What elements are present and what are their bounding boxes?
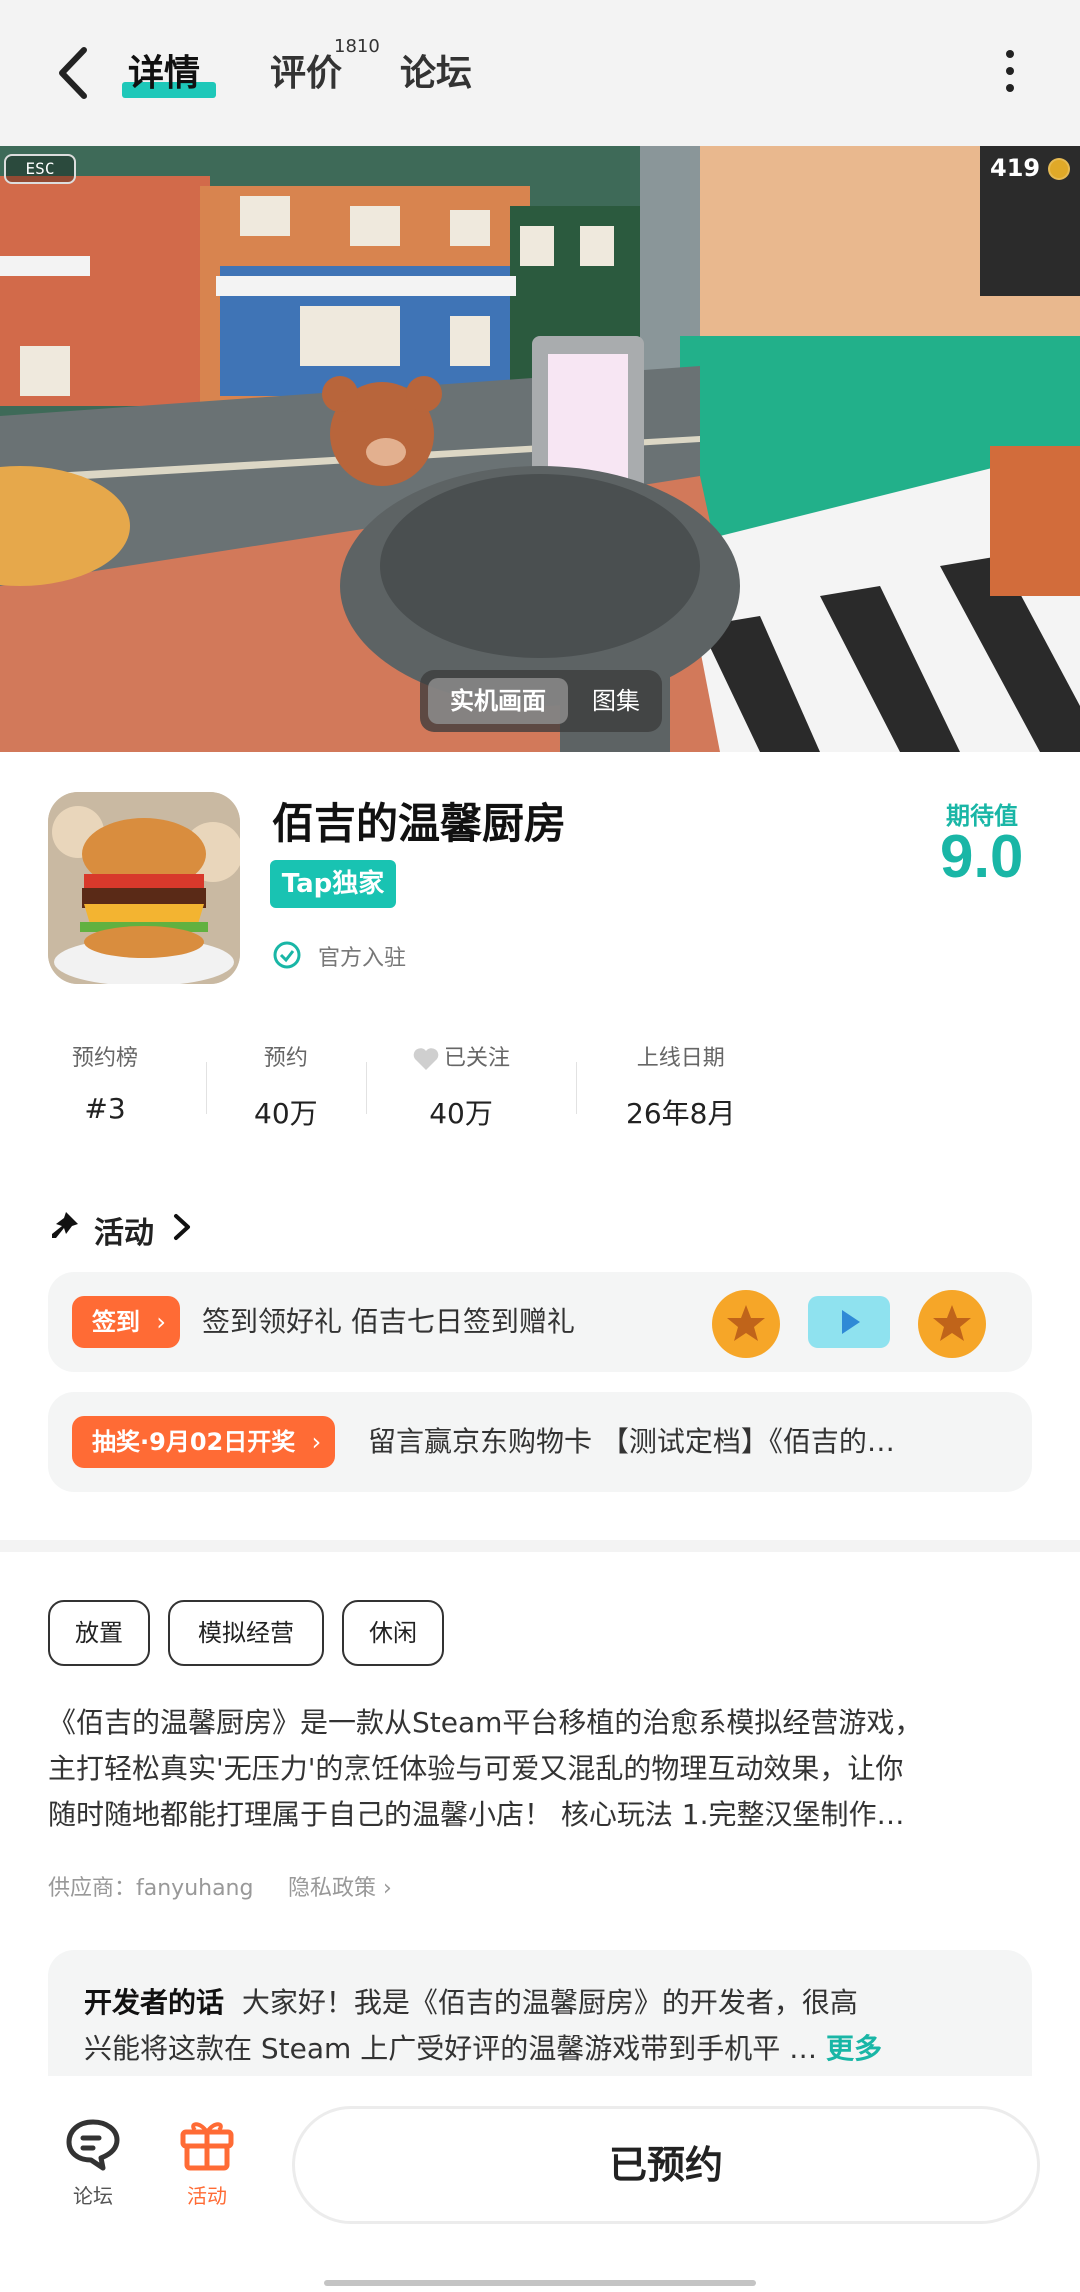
media-toggle: 实机画面 图集	[420, 670, 662, 732]
nav-forum-label: 论坛	[73, 2184, 113, 2208]
stat-label: 预约	[263, 1046, 308, 1071]
nav-forum[interactable]: 论坛	[48, 2116, 138, 2209]
game-video-player[interactable]: ESC 419 实机画面 图集	[0, 146, 1080, 752]
stat-value: 40万	[429, 1097, 493, 1130]
more-link[interactable]: 更多	[826, 2032, 882, 2065]
privacy-policy-label: 隐私政策	[288, 1876, 377, 1901]
developer-note-card[interactable]: 开发者的话 大家好！我是《佰吉的温馨厨房》的开发者，很高 兴能将这款在 Stea…	[48, 1950, 1032, 2080]
tab-details[interactable]: 详情	[128, 44, 200, 96]
expectation-score: 9.0	[940, 823, 1024, 890]
stat-divider	[576, 1062, 577, 1114]
tag-casual[interactable]: 休闲	[342, 1600, 444, 1666]
developer-note-text: 开发者的话 大家好！我是《佰吉的温馨厨房》的开发者，很高 兴能将这款在 Stea…	[84, 1980, 1004, 2072]
official-verified-label: 官方入驻	[318, 946, 407, 971]
gameplay-scene	[0, 146, 1080, 752]
checkin-text: 签到领好礼 佰吉七日签到赠礼	[202, 1305, 575, 1338]
section-divider	[0, 1540, 1080, 1552]
star-reward-icon	[918, 1290, 986, 1358]
developer-note-label: 开发者的话	[84, 1986, 225, 2019]
stat-release-date: 上线日期 26年8月	[626, 1040, 735, 1132]
stat-label: 已关注	[444, 1046, 511, 1071]
activity-title: 活动	[94, 1216, 154, 1251]
stat-label: 上线日期	[636, 1046, 725, 1071]
stat-value: 26年8月	[626, 1097, 736, 1130]
reserved-button[interactable]: 已预约	[292, 2106, 1040, 2224]
stat-value: 40万	[254, 1097, 318, 1130]
pin-icon	[52, 1212, 78, 1238]
chevron-right-icon	[174, 1214, 190, 1240]
checkin-tag: 签到 ›	[72, 1296, 180, 1348]
nav-activity[interactable]: 活动	[162, 2116, 252, 2209]
provider-label: 供应商：fanyuhang	[48, 1876, 254, 1901]
more-options-icon[interactable]	[990, 50, 1030, 100]
description-line: 随时随地都能打理属于自己的温馨小店！ 核心玩法 1.完整汉堡制作…	[48, 1798, 905, 1831]
coin-icon	[1048, 158, 1070, 180]
tag-idle[interactable]: 放置	[48, 1600, 150, 1666]
home-indicator[interactable]	[324, 2280, 756, 2286]
game-description[interactable]: 《佰吉的温馨厨房》是一款从Steam平台移植的治愈系模拟经营游戏， 主打轻松真实…	[48, 1700, 1032, 1838]
activity-card-lottery[interactable]: 抽奖·9月02日开奖 › 留言赢京东购物卡 【测试定档】《佰吉的…	[48, 1392, 1032, 1492]
description-line: 主打轻松真实'无压力'的烹饪体验与可爱又混乱的物理互动效果，让你	[48, 1752, 904, 1785]
developer-note-line: 兴能将这款在 Steam 上广受好评的温馨游戏带到手机平 …	[84, 2032, 818, 2065]
nav-activity-label: 活动	[187, 2184, 227, 2208]
stat-followed[interactable]: 已关注 40万	[412, 1040, 510, 1132]
description-line: 《佰吉的温馨厨房》是一款从Steam平台移植的治愈系模拟经营游戏，	[48, 1706, 923, 1739]
tap-exclusive-badge: Tap独家	[270, 860, 396, 908]
verified-icon	[273, 941, 301, 969]
review-count-badge: 1810	[334, 36, 380, 57]
gift-icon	[180, 2122, 234, 2171]
stat-value: #3	[84, 1092, 126, 1125]
stat-divider	[366, 1062, 367, 1114]
esc-button[interactable]: ESC	[4, 154, 76, 184]
privacy-policy-link[interactable]: 隐私政策 ›	[288, 1870, 392, 1902]
ticket-reward-icon	[808, 1296, 890, 1348]
chat-icon	[66, 2119, 120, 2171]
game-icon[interactable]	[48, 792, 240, 984]
tag-simulation[interactable]: 模拟经营	[168, 1600, 324, 1666]
stat-reserve-rank[interactable]: 预约榜 #3	[72, 1040, 138, 1125]
back-icon[interactable]	[48, 38, 98, 108]
lottery-tag-label: 抽奖·9月02日开奖	[92, 1428, 296, 1456]
game-title: 佰吉的温馨厨房	[272, 799, 567, 848]
chevron-right-icon: ›	[311, 1428, 322, 1456]
stat-reservations: 预约 40万	[254, 1040, 318, 1132]
stat-label: 预约榜	[72, 1046, 139, 1071]
coin-count: 419	[990, 154, 1041, 182]
star-reward-icon	[712, 1290, 780, 1358]
developer-note-line: 大家好！我是《佰吉的温馨厨房》的开发者，很高	[241, 1986, 858, 2019]
tab-gallery[interactable]: 图集	[576, 678, 656, 724]
top-bar: 详情 评价 1810 论坛	[0, 0, 1080, 146]
tab-gameplay-video[interactable]: 实机画面	[428, 678, 568, 724]
lottery-text: 留言赢京东购物卡 【测试定档】《佰吉的…	[368, 1425, 895, 1458]
lottery-tag: 抽奖·9月02日开奖 ›	[72, 1416, 336, 1468]
activity-card-checkin[interactable]: 签到 › 签到领好礼 佰吉七日签到赠礼	[48, 1272, 1032, 1372]
chevron-right-icon: ›	[156, 1308, 166, 1336]
tab-reviews[interactable]: 评价	[270, 44, 342, 96]
stat-divider	[206, 1062, 207, 1114]
tab-forum[interactable]: 论坛	[400, 44, 472, 96]
checkin-tag-label: 签到	[92, 1308, 140, 1336]
heart-icon	[413, 1048, 439, 1070]
bottom-action-bar: 论坛 活动 已预约	[0, 2076, 1080, 2292]
